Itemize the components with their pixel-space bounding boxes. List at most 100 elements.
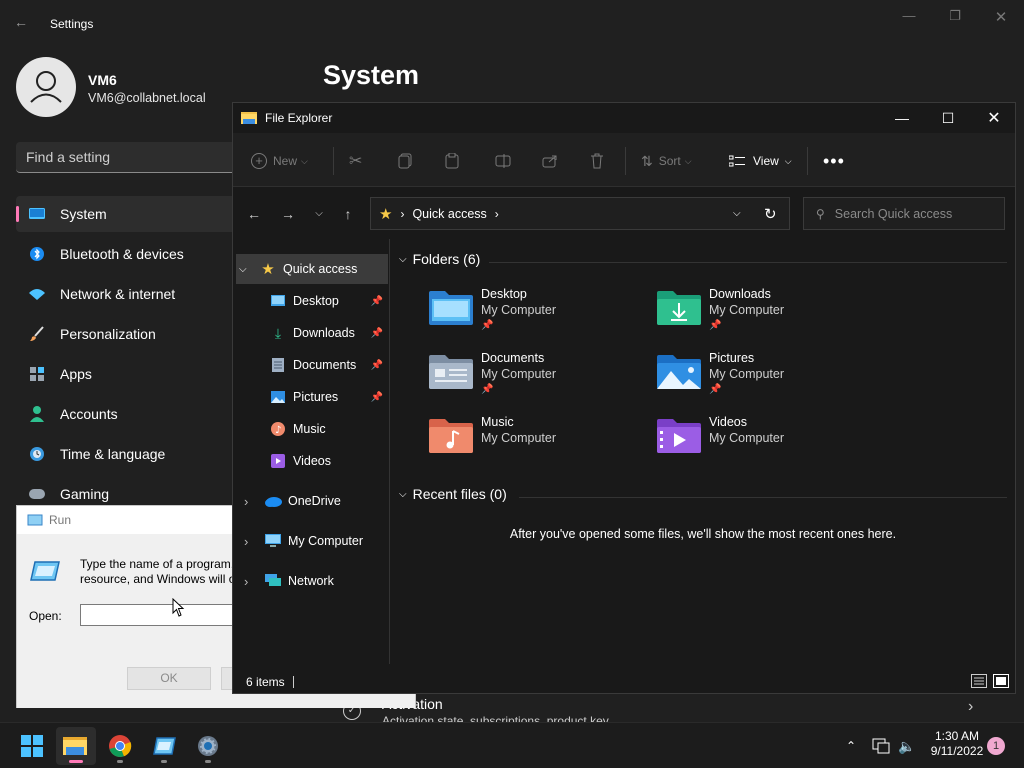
copy-icon[interactable] (398, 151, 412, 171)
status-bar: 6 items (233, 668, 1015, 694)
sort-button[interactable]: ⇅ Sort ⌵ (641, 151, 692, 171)
clock[interactable]: 1:30 AM 9/11/2022 (922, 729, 992, 759)
tree-item-documents[interactable]: Documents 📌 (269, 350, 389, 380)
share-icon[interactable] (542, 151, 558, 171)
nav-item-time-language[interactable]: Time & language (16, 436, 246, 472)
explorer-maximize-button[interactable]: ☐ (925, 103, 971, 133)
user-icon (30, 71, 62, 103)
new-button[interactable]: + New ⌵ (251, 151, 308, 171)
search-input[interactable]: ⚲ Search Quick access (803, 197, 1005, 230)
paste-icon[interactable] (445, 151, 459, 171)
close-button[interactable]: ✕ (991, 8, 1011, 26)
svg-text:♪: ♪ (275, 425, 281, 436)
find-setting-input[interactable]: Find a setting (16, 142, 246, 173)
wifi-icon (28, 286, 46, 302)
refresh-icon[interactable]: ↻ (764, 205, 777, 223)
pin-icon: 📌 (709, 384, 722, 395)
download-icon: ⤓ (274, 324, 282, 341)
run-icon (153, 737, 176, 755)
chevron-right-icon: › (968, 698, 974, 715)
folder-location: My Computer (709, 303, 785, 317)
tree-label: Downloads (293, 326, 355, 340)
taskbar-chrome[interactable] (100, 727, 140, 765)
nav-label: System (60, 206, 107, 222)
folder-tile-music[interactable]: Music My Computer (429, 415, 649, 475)
ok-button[interactable]: OK (127, 667, 211, 690)
more-options-icon[interactable]: ••• (823, 151, 845, 171)
plus-circle-icon: + (251, 153, 267, 169)
nav-item-network[interactable]: Network & internet (16, 276, 246, 312)
desktop-folder-icon (429, 291, 473, 325)
folder-name: Videos (709, 415, 747, 429)
maximize-button[interactable]: ❐ (945, 8, 965, 26)
folder-tile-documents[interactable]: Documents My Computer 📌 (429, 351, 649, 411)
view-button[interactable]: View ⌵ (729, 151, 792, 171)
minimize-button[interactable]: — (899, 8, 919, 26)
chevron-right-icon: › (244, 573, 249, 589)
volume-icon[interactable]: 🔈 (898, 737, 915, 755)
nav-item-personalization[interactable]: Personalization (16, 316, 246, 352)
tree-item-quick-access[interactable]: ⌵ ★ Quick access (236, 254, 388, 284)
start-button[interactable] (12, 727, 52, 765)
up-arrow-icon[interactable]: ↑ (339, 206, 357, 222)
file-explorer-window: File Explorer — ☐ ✕ + New ⌵ ✂ ⇅ Sort ⌵ V… (232, 102, 1016, 694)
tree-item-music[interactable]: ♪ Music (269, 414, 389, 444)
back-arrow-icon[interactable]: ← (245, 206, 263, 222)
tree-item-pictures[interactable]: Pictures 📌 (269, 382, 389, 412)
folder-tile-desktop[interactable]: Desktop My Computer 📌 (429, 287, 649, 347)
folder-name: Pictures (709, 351, 755, 365)
run-open-label: Open: (29, 609, 62, 623)
pin-icon: 📌 (370, 327, 383, 339)
taskbar-file-explorer[interactable] (56, 727, 96, 765)
back-arrow-icon[interactable]: ← (14, 14, 34, 34)
tree-item-videos[interactable]: Videos (269, 446, 389, 476)
tiles-view-icon[interactable] (993, 674, 1009, 688)
tree-item-my-computer[interactable]: › My Computer (236, 526, 388, 556)
folder-tile-videos[interactable]: Videos My Computer (657, 415, 877, 475)
taskbar-settings[interactable] (188, 727, 228, 765)
explorer-minimize-button[interactable]: — (879, 103, 925, 133)
tree-label: Desktop (293, 294, 339, 308)
run-program-icon (29, 558, 61, 587)
address-bar[interactable]: ★ › Quick access › ⌵ ↻ (370, 197, 790, 230)
recent-locations-chevron-icon[interactable]: ⌵ (310, 206, 328, 222)
nav-item-bluetooth[interactable]: Bluetooth & devices (16, 236, 246, 272)
tree-item-downloads[interactable]: ⤓ Downloads 📌 (269, 318, 389, 348)
network-status-icon[interactable] (872, 737, 890, 755)
explorer-close-button[interactable]: ✕ (971, 103, 1017, 133)
rename-icon[interactable] (495, 151, 511, 171)
run-title: Run (49, 513, 72, 527)
cloud-icon (264, 493, 282, 509)
tree-item-onedrive[interactable]: › OneDrive (236, 486, 388, 516)
sort-icon: ⇅ (641, 152, 653, 169)
running-indicator (69, 760, 83, 763)
folders-section-header[interactable]: ⌵ Folders (6) (399, 251, 480, 267)
pin-icon: 📌 (481, 320, 494, 331)
explorer-title: File Explorer (265, 111, 333, 125)
desktop-icon (269, 293, 287, 309)
nav-item-accounts[interactable]: Accounts (16, 396, 246, 432)
details-view-icon[interactable] (971, 674, 987, 688)
pictures-folder-icon (657, 355, 701, 389)
nav-label: Gaming (60, 486, 110, 502)
nav-item-system[interactable]: System (16, 196, 246, 232)
show-hidden-icons-chevron-icon[interactable]: ⌃ (846, 737, 856, 755)
avatar[interactable] (16, 57, 76, 117)
forward-arrow-icon[interactable]: → (279, 206, 297, 222)
breadcrumb-quick-access[interactable]: Quick access (412, 207, 486, 221)
address-dropdown-icon[interactable]: ⌵ (733, 208, 741, 219)
recent-section-header[interactable]: ⌵ Recent files (0) (399, 486, 507, 502)
delete-icon[interactable] (590, 151, 604, 171)
folder-tile-pictures[interactable]: Pictures My Computer 📌 (657, 351, 877, 411)
tree-item-network[interactable]: › Network (236, 566, 388, 596)
activation-row[interactable]: ✓ Activation Activation state, subscript… (326, 690, 1006, 728)
user-name: VM6 (88, 72, 117, 88)
tree-label: Quick access (283, 262, 358, 276)
taskbar-run[interactable] (144, 727, 184, 765)
tree-item-desktop[interactable]: Desktop 📌 (269, 286, 389, 316)
folder-app-icon (241, 112, 257, 124)
cut-icon[interactable]: ✂ (349, 151, 362, 171)
notification-badge[interactable]: 1 (987, 737, 1005, 755)
folder-tile-downloads[interactable]: Downloads My Computer 📌 (657, 287, 877, 347)
nav-item-apps[interactable]: Apps (16, 356, 246, 392)
